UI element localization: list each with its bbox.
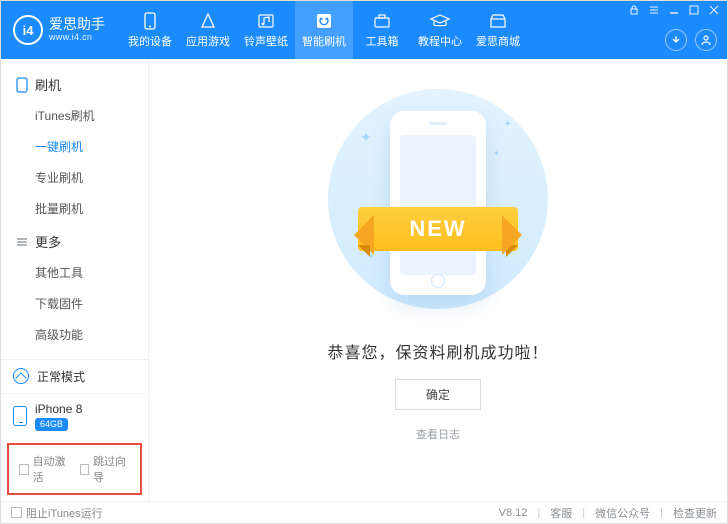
device-icon [13,406,27,426]
media-icon [256,12,276,30]
mode-label: 正常模式 [37,368,85,385]
nav-label: 智能刷机 [302,33,346,49]
group-more: 更多 [1,224,148,257]
app-logo: i4 爱思助手 www.i4.cn [1,15,115,45]
sidebar-item-itunes-flash[interactable]: iTunes刷机 [1,100,148,131]
group-flash: 刷机 [1,67,148,100]
phone-illustration [390,111,486,295]
sidebar-item-batch-flash[interactable]: 批量刷机 [1,193,148,224]
minimize-icon[interactable] [667,4,681,16]
apps-icon [198,12,218,30]
lock-icon[interactable] [627,4,641,16]
nav-label: 爱思商城 [476,33,520,49]
sidebar-item-download-fw[interactable]: 下载固件 [1,288,148,319]
success-message: 恭喜您，保资料刷机成功啦！ [327,339,548,363]
update-link[interactable]: 检查更新 [673,505,717,521]
app-header: i4 爱思助手 www.i4.cn 我的设备 应用游戏 铃声壁纸 智能刷机 工具… [1,1,727,59]
phone-icon [15,78,29,92]
device-row[interactable]: iPhone 8 64GB [1,394,148,439]
block-itunes-checkbox[interactable]: 阻止iTunes运行 [11,505,103,521]
main-panel: ✦ ✦ ✦ ✦ NEW 恭喜您，保资料刷机成功啦！ 确定 查看日志 [149,59,727,501]
more-icon [15,235,29,249]
site-url: www.i4.cn [49,33,105,43]
user-icon[interactable] [695,29,717,51]
edu-icon [430,12,450,30]
nav-shop[interactable]: 爱思商城 [469,1,527,59]
sidebar-item-advanced[interactable]: 高级功能 [1,319,148,350]
mode-row[interactable]: 正常模式 [1,360,148,394]
auto-activate-checkbox[interactable]: 自动激活 [19,453,70,485]
nav-label: 教程中心 [418,33,462,49]
nav-apps[interactable]: 应用游戏 [179,1,237,59]
sparkle-icon: ✦ [493,149,500,158]
sidebar-item-other-tools[interactable]: 其他工具 [1,257,148,288]
nav-tools[interactable]: 工具箱 [353,1,411,59]
device-icon [140,12,160,30]
toolbox-icon [372,12,392,30]
storage-badge: 64GB [35,418,68,431]
options-row: 自动激活 跳过向导 [7,443,142,495]
nav-label: 我的设备 [128,33,172,49]
sidebar: 刷机 iTunes刷机 一键刷机 专业刷机 批量刷机 更多 其他工具 下载固件 … [1,59,149,501]
nav-label: 应用游戏 [186,33,230,49]
group-title: 刷机 [35,75,61,94]
group-title: 更多 [35,232,61,251]
app-name: 爱思助手 [49,17,105,32]
window-controls [627,4,721,16]
logo-icon: i4 [13,15,43,45]
nav-media[interactable]: 铃声壁纸 [237,1,295,59]
top-nav: 我的设备 应用游戏 铃声壁纸 智能刷机 工具箱 教程中心 爱思商城 [121,1,527,59]
nav-my-device[interactable]: 我的设备 [121,1,179,59]
wechat-link[interactable]: 微信公众号 [595,505,650,521]
sparkle-icon: ✦ [504,119,512,130]
support-link[interactable]: 客服 [550,505,572,521]
close-icon[interactable] [707,4,721,16]
sidebar-item-onekey-flash[interactable]: 一键刷机 [1,131,148,162]
view-log-link[interactable]: 查看日志 [416,426,460,442]
maximize-icon[interactable] [687,4,701,16]
nav-label: 铃声壁纸 [244,33,288,49]
sparkle-icon: ✦ [360,129,372,146]
flash-icon [314,12,334,30]
device-name: iPhone 8 [35,402,82,416]
menu-icon[interactable] [647,4,661,16]
version-label: V8.12 [499,507,528,519]
hero-illustration: ✦ ✦ ✦ ✦ NEW [328,89,548,309]
skip-guide-checkbox[interactable]: 跳过向导 [80,453,131,485]
sidebar-item-pro-flash[interactable]: 专业刷机 [1,162,148,193]
refresh-icon [13,368,29,384]
nav-flash[interactable]: 智能刷机 [295,1,353,59]
download-icon[interactable] [665,29,687,51]
new-ribbon: NEW [358,207,518,251]
nav-label: 工具箱 [366,33,399,49]
status-bar: 阻止iTunes运行 V8.12 | 客服 | 微信公众号 | 检查更新 [1,501,727,523]
shop-icon [488,12,508,30]
nav-tutorials[interactable]: 教程中心 [411,1,469,59]
ok-button[interactable]: 确定 [395,379,481,410]
